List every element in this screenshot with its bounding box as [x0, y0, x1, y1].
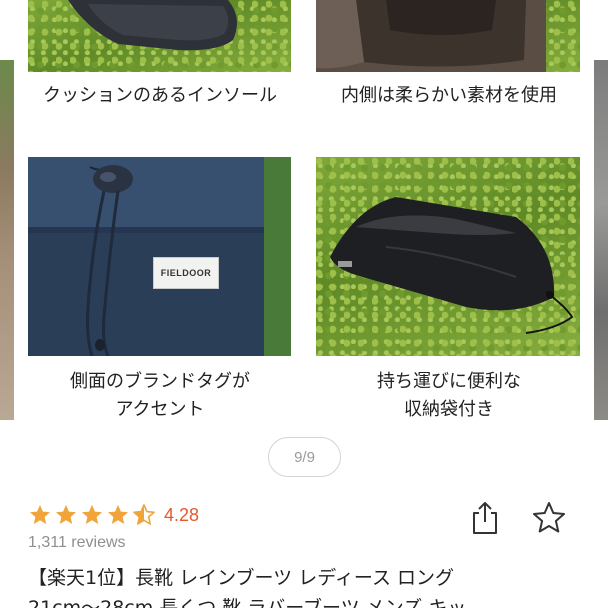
boot-lining-image	[316, 0, 546, 72]
product-title-line1: 【楽天1位】長靴 レインブーツ レディース ロング	[28, 567, 454, 589]
image-pager-indicator: 9/9	[268, 437, 341, 477]
caption-brand-tag: 側面のブランドタグが アクセント	[22, 368, 298, 424]
star-filled-icon	[108, 505, 128, 524]
image-gallery[interactable]: FIELDOOR クッションのあるインソール 内側は柔らかい素材を使用 側面のブ…	[0, 0, 608, 432]
boot-sole-image	[68, 0, 237, 51]
star-filled-icon	[56, 505, 76, 524]
storage-bag-image	[330, 197, 574, 334]
star-half-icon	[133, 504, 155, 525]
product-title: 【楽天1位】長靴 レインブーツ レディース ロング 21cm～28cm 長くつ …	[28, 563, 588, 608]
review-count[interactable]: 1,311 reviews	[28, 534, 126, 552]
rating-stars	[28, 503, 156, 527]
share-button[interactable]	[470, 500, 500, 536]
rating-row[interactable]: 4.28	[28, 500, 199, 530]
favorite-button[interactable]	[530, 500, 568, 536]
gallery-photo-insole[interactable]	[28, 0, 291, 72]
brand-tag: FIELDOOR	[153, 257, 219, 289]
next-image-peek[interactable]	[594, 60, 608, 420]
gallery-photo-lining[interactable]	[316, 0, 580, 72]
product-title-line2: 21cm～28cm 長くつ 靴 ラバーブーツ メンズ キッ	[28, 597, 467, 608]
star-filled-icon	[30, 505, 50, 524]
caption-insole: クッションのあるインソール	[22, 82, 298, 110]
rating-value: 4.28	[164, 504, 200, 525]
caption-storage-bag-line2: 収納袋付き	[404, 399, 494, 420]
caption-storage-bag-line1: 持ち運びに便利な	[377, 371, 521, 392]
gallery-photo-storage-bag[interactable]	[316, 157, 580, 356]
caption-insole-text: クッションのあるインソール	[43, 85, 277, 106]
caption-brand-tag-line1: 側面のブランドタグが	[70, 371, 250, 392]
caption-brand-tag-line2: アクセント	[115, 399, 205, 420]
star-outline-icon	[533, 502, 565, 533]
caption-lining-text: 内側は柔らかい素材を使用	[341, 85, 557, 106]
brand-tag-text: FIELDOOR	[160, 268, 212, 278]
star-filled-icon	[82, 505, 102, 524]
caption-lining: 内側は柔らかい素材を使用	[312, 82, 586, 110]
share-icon	[473, 502, 497, 534]
pager-text: 9/9	[294, 448, 315, 466]
gallery-photo-brand-tag[interactable]: FIELDOOR	[28, 157, 291, 356]
caption-storage-bag: 持ち運びに便利な 収納袋付き	[312, 368, 586, 424]
previous-image-peek[interactable]	[0, 60, 14, 420]
